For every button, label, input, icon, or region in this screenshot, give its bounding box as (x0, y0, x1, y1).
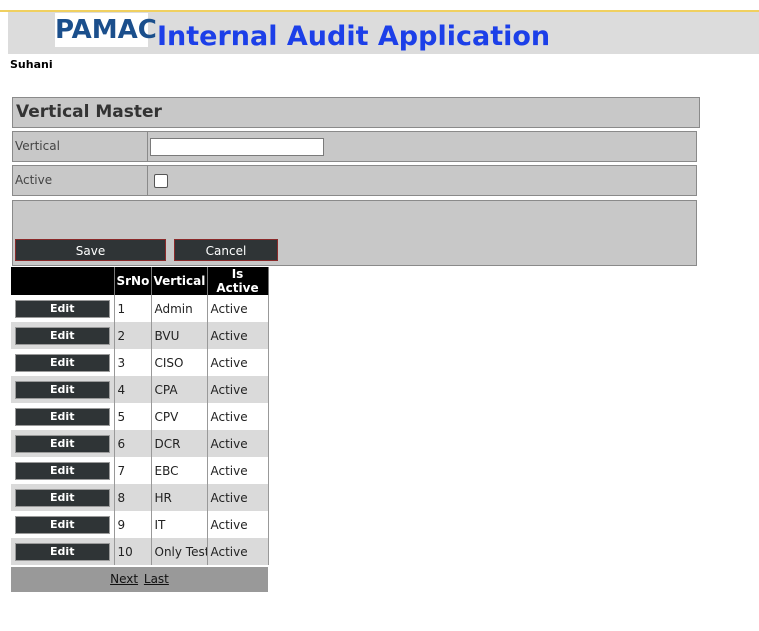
vertical-field-cell (147, 131, 697, 162)
edit-cell: Edit (11, 295, 115, 322)
edit-button[interactable]: Edit (14, 353, 110, 372)
top-accent-line (0, 0, 759, 12)
vertical-cell: CPA (151, 376, 208, 403)
is-active-cell: Active (207, 403, 269, 430)
table-row: Edit 2 BVU Active (11, 322, 269, 349)
is-active-cell: Active (207, 430, 269, 457)
column-header-srno: SrNo (114, 267, 152, 295)
srno-cell: 6 (114, 430, 152, 457)
vertical-input[interactable] (150, 138, 324, 156)
pamac-logo: PAMAC (55, 13, 157, 47)
edit-button[interactable]: Edit (14, 542, 110, 561)
is-active-cell: Active (207, 511, 269, 538)
srno-cell: 8 (114, 484, 152, 511)
edit-cell: Edit (11, 457, 115, 484)
vertical-cell: EBC (151, 457, 208, 484)
vertical-cell: IT (151, 511, 208, 538)
vertical-table: SrNo Vertical Is Active Edit 1 Admin Active… (11, 267, 269, 565)
table-row: Edit 3 CISO Active (11, 349, 269, 376)
vertical-cell: HR (151, 484, 208, 511)
edit-button[interactable]: Edit (14, 461, 110, 480)
edit-cell: Edit (11, 349, 115, 376)
srno-cell: 1 (114, 295, 152, 322)
column-header-is-active: Is Active (207, 267, 269, 295)
active-label: Active (12, 165, 148, 196)
edit-button[interactable]: Edit (14, 515, 110, 534)
table-row: Edit 9 IT Active (11, 511, 269, 538)
srno-cell: 3 (114, 349, 152, 376)
table-header-row: SrNo Vertical Is Active (11, 267, 269, 295)
cancel-button[interactable]: Cancel (174, 239, 278, 261)
active-checkbox[interactable] (154, 174, 168, 188)
vertical-grid: SrNo Vertical Is Active Edit 1 Admin Active… (11, 267, 269, 592)
is-active-cell: Active (207, 538, 269, 565)
active-field-cell (147, 165, 697, 196)
form-title: Vertical Master (12, 97, 700, 128)
edit-cell: Edit (11, 376, 115, 403)
table-row: Edit 5 CPV Active (11, 403, 269, 430)
is-active-cell: Active (207, 484, 269, 511)
table-row: Edit 8 HR Active (11, 484, 269, 511)
vertical-label: Vertical (12, 131, 148, 162)
edit-cell: Edit (11, 511, 115, 538)
table-row: Edit 1 Admin Active (11, 295, 269, 322)
pager-last-link[interactable]: Last (144, 572, 169, 586)
username-label: Suhani (10, 58, 53, 71)
form-title-text: Vertical Master (16, 102, 162, 122)
column-header-action (11, 267, 115, 295)
srno-cell: 7 (114, 457, 152, 484)
vertical-cell: Admin (151, 295, 208, 322)
srno-cell: 5 (114, 403, 152, 430)
app-title: Internal Audit Application (157, 21, 551, 52)
table-row: Edit 7 EBC Active (11, 457, 269, 484)
srno-cell: 4 (114, 376, 152, 403)
srno-cell: 10 (114, 538, 152, 565)
table-row: Edit 6 DCR Active (11, 430, 269, 457)
srno-cell: 2 (114, 322, 152, 349)
srno-cell: 9 (114, 511, 152, 538)
pager: Next Last (11, 567, 268, 592)
vertical-cell: DCR (151, 430, 208, 457)
edit-button[interactable]: Edit (14, 434, 110, 453)
vertical-cell: CISO (151, 349, 208, 376)
is-active-cell: Active (207, 295, 269, 322)
vertical-cell: Only Test (151, 538, 208, 565)
vertical-cell: CPV (151, 403, 208, 430)
column-header-vertical: Vertical (151, 267, 208, 295)
edit-cell: Edit (11, 322, 115, 349)
table-row: Edit 10 Only Test Active (11, 538, 269, 565)
edit-cell: Edit (11, 430, 115, 457)
edit-button[interactable]: Edit (14, 488, 110, 507)
edit-button[interactable]: Edit (14, 299, 110, 318)
is-active-cell: Active (207, 376, 269, 403)
edit-button[interactable]: Edit (14, 380, 110, 399)
table-row: Edit 4 CPA Active (11, 376, 269, 403)
edit-cell: Edit (11, 403, 115, 430)
edit-cell: Edit (11, 538, 115, 565)
edit-button[interactable]: Edit (14, 326, 110, 345)
edit-button[interactable]: Edit (14, 407, 110, 426)
is-active-cell: Active (207, 457, 269, 484)
pager-next-link[interactable]: Next (110, 572, 138, 586)
form-button-area: Save Cancel (12, 200, 697, 266)
is-active-cell: Active (207, 322, 269, 349)
save-button[interactable]: Save (15, 239, 166, 261)
vertical-cell: BVU (151, 322, 208, 349)
is-active-cell: Active (207, 349, 269, 376)
edit-cell: Edit (11, 484, 115, 511)
